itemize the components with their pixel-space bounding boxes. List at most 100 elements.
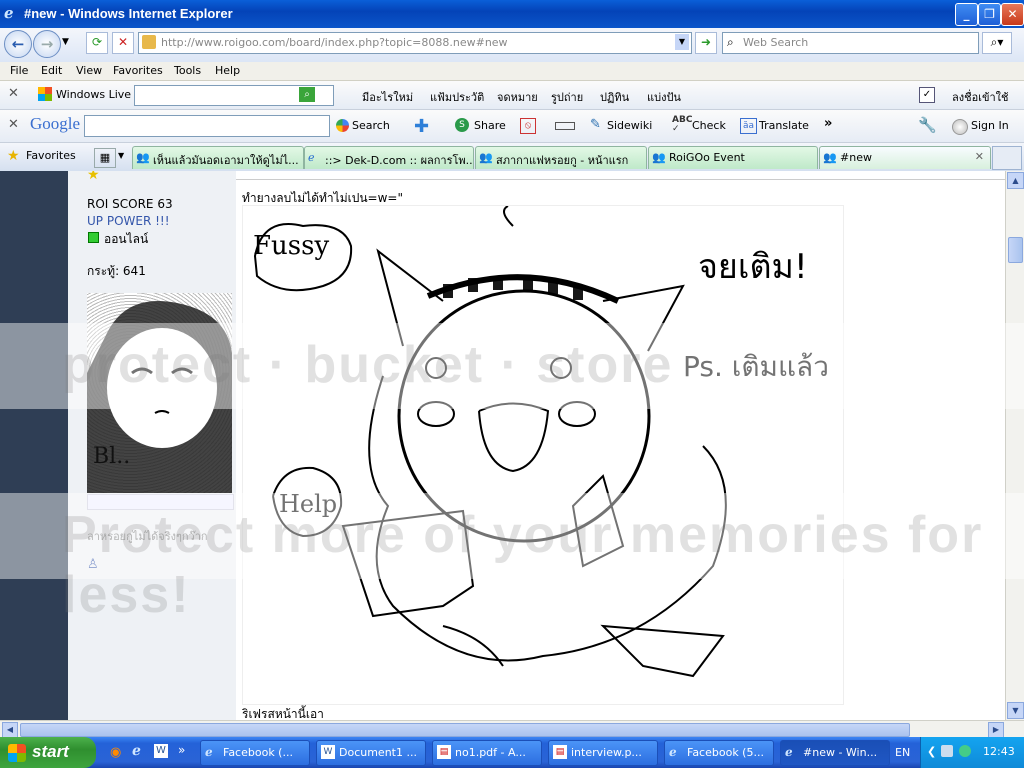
live-item-share[interactable]: แบ่งปัน bbox=[647, 88, 681, 106]
site-favicon-icon bbox=[142, 35, 156, 49]
close-button[interactable]: ✕ bbox=[1001, 3, 1024, 26]
ie-page-icon: ℯ bbox=[308, 151, 315, 164]
ie-quicklaunch-icon[interactable]: ℯ bbox=[132, 743, 141, 759]
address-input[interactable]: http://www.roigoo.com/board/index.php?to… bbox=[138, 32, 692, 54]
menu-file[interactable]: File bbox=[10, 64, 28, 77]
tab-3[interactable]: 👥 สภากาแฟหรอยกู - หน้าแรก bbox=[475, 146, 647, 169]
forward-button[interactable]: → bbox=[33, 30, 61, 58]
menu-tools[interactable]: Tools bbox=[174, 64, 201, 77]
live-item-whats-new[interactable]: มีอะไรใหม่ bbox=[362, 88, 413, 106]
google-share-button[interactable]: Share bbox=[474, 119, 506, 132]
google-search-button[interactable]: Search bbox=[352, 119, 390, 132]
quicklaunch-more-icon[interactable]: » bbox=[178, 743, 185, 757]
scroll-right-icon[interactable]: ▶ bbox=[988, 722, 1004, 738]
wrench-icon[interactable]: 🔧 bbox=[918, 116, 937, 134]
clock[interactable]: 12:43 bbox=[983, 745, 1015, 758]
sidewiki-icon: ✎ bbox=[590, 117, 601, 132]
menu-view[interactable]: View bbox=[76, 64, 102, 77]
task-no1-pdf[interactable]: ▤ no1.pdf - A... bbox=[432, 740, 542, 766]
address-toolbar: ← → ▼ ⟳ ✕ http://www.roigoo.com/board/in… bbox=[0, 28, 1024, 63]
drawing-text-top-right: จยเติม! bbox=[698, 247, 808, 287]
ie-task-icon: ℯ bbox=[785, 745, 793, 759]
avatar-scrollbar[interactable] bbox=[87, 494, 234, 510]
scroll-left-icon[interactable]: ◀ bbox=[2, 722, 18, 738]
security-tray-icon[interactable] bbox=[959, 745, 971, 757]
avatar: Bl.. bbox=[87, 293, 232, 493]
post-body: ทำยางลบไม่ได้ทำไม่เปน=w=" Fussy จยเติม! … bbox=[236, 171, 1006, 720]
close-toolbar-icon[interactable]: ✕ bbox=[8, 86, 19, 101]
drawing-text-ps: Ps. เติมแล้ว bbox=[683, 350, 829, 383]
stop-button[interactable]: ✕ bbox=[112, 32, 134, 54]
minimize-button[interactable]: _ bbox=[955, 3, 978, 26]
quick-tabs-icon[interactable]: ▦ bbox=[94, 148, 116, 168]
user-profile-icon[interactable]: ♙ bbox=[87, 557, 99, 572]
live-item-photos[interactable]: รูปถ่าย bbox=[551, 88, 583, 106]
tab-4[interactable]: 👥 RoiGOo Event bbox=[648, 146, 818, 169]
title-bar: ℯ #new - Windows Internet Explorer _ ❐ ✕ bbox=[0, 0, 1024, 28]
checkbox-icon[interactable]: ✓ bbox=[919, 87, 935, 103]
task-new-active[interactable]: ℯ #new - Win... bbox=[780, 740, 890, 766]
history-dropdown-icon[interactable]: ▼ bbox=[62, 37, 69, 47]
live-search-input[interactable]: ⌕ bbox=[134, 85, 334, 106]
new-tab-button[interactable] bbox=[992, 146, 1022, 170]
close-tab-icon[interactable]: ✕ bbox=[975, 150, 984, 163]
more-chevron-icon[interactable]: » bbox=[824, 116, 832, 131]
close-google-toolbar-icon[interactable]: ✕ bbox=[8, 117, 19, 132]
tab-bar: ★ Favorites ▦ ▼ 👥 เห็นแล้วมันอดเอามาให้ดู… bbox=[0, 143, 1024, 172]
tab-2[interactable]: ℯ::> Dek-D.com :: ผลการโพ... bbox=[304, 146, 474, 169]
tray-expand-icon[interactable]: ❮ bbox=[927, 745, 936, 758]
refresh-button[interactable]: ⟳ bbox=[86, 32, 108, 54]
menu-favorites[interactable]: Favorites bbox=[113, 64, 163, 77]
maximize-button[interactable]: ❐ bbox=[978, 3, 1001, 26]
search-go-button[interactable]: ⌕▾ bbox=[982, 32, 1012, 54]
live-item-profile[interactable]: แฟ้มประวัติ bbox=[430, 88, 484, 106]
address-dropdown-icon[interactable]: ▼ bbox=[675, 34, 689, 50]
live-signin-link[interactable]: ลงชื่อเข้าใช้ bbox=[952, 88, 1008, 106]
tab-1[interactable]: 👥 เห็นแล้วมันอดเอามาให้ดูไม่ไ... bbox=[132, 146, 304, 169]
online-status-icon bbox=[88, 232, 99, 243]
network-tray-icon[interactable] bbox=[941, 745, 953, 757]
web-search-input[interactable]: ⌕ Web Search bbox=[722, 32, 979, 54]
scroll-down-icon[interactable]: ▼ bbox=[1007, 702, 1024, 719]
language-indicator[interactable]: EN bbox=[895, 746, 910, 759]
menu-bar: File Edit View Favorites Tools Help bbox=[0, 62, 1024, 81]
menu-help[interactable]: Help bbox=[215, 64, 240, 77]
ie-task-icon: ℯ bbox=[669, 745, 677, 759]
live-search-icon[interactable]: ⌕ bbox=[299, 87, 315, 102]
forum-favicon-icon: 👥 bbox=[823, 151, 837, 164]
windows-live-label: Windows Live bbox=[56, 88, 132, 101]
live-item-calendar[interactable]: ปฏิทิน bbox=[600, 88, 629, 106]
back-button[interactable]: ← bbox=[4, 30, 32, 58]
task-facebook-1[interactable]: ℯ Facebook (... bbox=[200, 740, 310, 766]
vertical-scrollbar[interactable]: ▲ ▼ bbox=[1005, 171, 1024, 720]
highlighter-icon[interactable] bbox=[555, 122, 575, 130]
favorites-button[interactable]: Favorites bbox=[26, 149, 76, 162]
tab-active[interactable]: 👥 #new ✕ bbox=[819, 146, 991, 169]
online-status-text: ออนไลน์ bbox=[104, 232, 149, 246]
task-interview-pdf[interactable]: ▤ interview.p... bbox=[548, 740, 658, 766]
google-check-button[interactable]: Check bbox=[692, 119, 726, 132]
go-button[interactable]: ➜ bbox=[695, 32, 717, 54]
add-plus-icon[interactable]: ✚ bbox=[414, 116, 429, 137]
firefox-icon[interactable]: ◉ bbox=[110, 745, 121, 760]
google-sidewiki-button[interactable]: Sidewiki bbox=[607, 119, 652, 132]
tab-list-dropdown-icon[interactable]: ▼ bbox=[118, 151, 124, 160]
vertical-scroll-thumb[interactable] bbox=[1008, 237, 1023, 263]
google-translate-button[interactable]: Translate bbox=[759, 119, 809, 132]
poster-sidebar: ★ ROI SCORE 63 UP POWER !!! ออนไลน์ กระท… bbox=[68, 171, 236, 720]
google-signin-button[interactable]: Sign In bbox=[971, 119, 1009, 132]
scroll-up-icon[interactable]: ▲ bbox=[1007, 172, 1024, 189]
task-facebook-5[interactable]: ℯ Facebook (5... bbox=[664, 740, 774, 766]
word-quicklaunch-icon[interactable]: W bbox=[154, 744, 168, 758]
popup-blocker-icon[interactable]: ⦸ bbox=[520, 118, 536, 134]
menu-edit[interactable]: Edit bbox=[41, 64, 62, 77]
horizontal-scroll-thumb[interactable] bbox=[20, 723, 910, 737]
task-document1[interactable]: W Document1 ... bbox=[316, 740, 426, 766]
post-divider bbox=[236, 179, 1006, 180]
live-item-mail[interactable]: จดหมาย bbox=[497, 88, 538, 106]
google-search-input[interactable] bbox=[84, 115, 330, 137]
start-button[interactable]: start bbox=[0, 737, 96, 768]
ie-logo-icon: ℯ bbox=[4, 4, 14, 22]
post-drawing: Fussy จยเติม! Ps. เติมแล้ว Help bbox=[242, 205, 844, 705]
horizontal-scrollbar[interactable]: ◀ ▶ bbox=[0, 720, 1024, 738]
